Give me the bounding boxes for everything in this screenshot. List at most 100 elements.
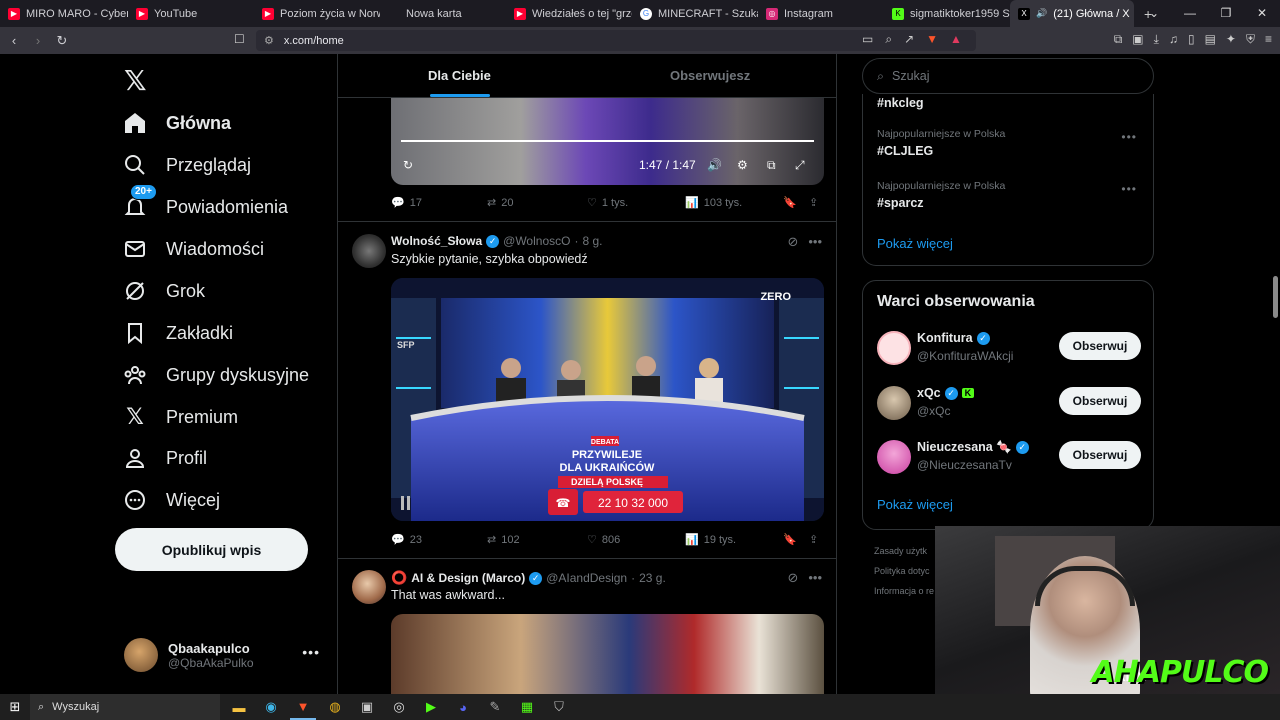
- more-icon[interactable]: •••: [1121, 130, 1137, 144]
- browser-tab[interactable]: Ksigmatiktoker1959 Stre: [884, 0, 1010, 27]
- repost-button[interactable]: ⇄ 20: [487, 196, 513, 210]
- repost-button[interactable]: ⇄ 102: [487, 533, 520, 547]
- more-icon[interactable]: •••: [302, 644, 320, 660]
- reload-icon[interactable]: ↻: [52, 33, 72, 49]
- browser-tab[interactable]: ▶Poziom życia w Norwegii: [254, 0, 380, 27]
- browser-tab[interactable]: ▶Wiedziałeś o tej "grze" mi: [506, 0, 632, 27]
- nav-more[interactable]: Więcej: [122, 480, 220, 520]
- chrome-icon[interactable]: ◍: [322, 694, 348, 720]
- tweet-image[interactable]: [391, 614, 824, 694]
- bookmark-button[interactable]: 🔖: [783, 196, 797, 209]
- nav-grok[interactable]: Grok: [122, 271, 205, 311]
- follow-button[interactable]: Obserwuj: [1059, 387, 1141, 415]
- tweet-avatar[interactable]: [352, 234, 386, 268]
- grok-icon[interactable]: ⊘: [787, 570, 798, 586]
- nav-explore[interactable]: Przeglądaj: [122, 145, 251, 185]
- more-icon[interactable]: •••: [808, 570, 822, 586]
- pip-icon[interactable]: ⧉: [767, 158, 776, 173]
- wallet-icon[interactable]: ▤: [1205, 32, 1216, 47]
- close-window-icon[interactable]: ✕: [1244, 0, 1280, 27]
- tab-search-icon[interactable]: ⌄: [1136, 0, 1172, 27]
- share-icon[interactable]: ↗: [904, 32, 914, 47]
- views-button[interactable]: 📊 19 tys.: [685, 533, 736, 547]
- show-more-link[interactable]: Pokaż więcej: [877, 497, 953, 512]
- zoom-icon[interactable]: ⌕: [885, 32, 892, 47]
- media-icon[interactable]: ♫: [1169, 32, 1178, 47]
- discord-icon[interactable]: ◕: [450, 694, 476, 720]
- author-handle[interactable]: @AIandDesign: [546, 571, 627, 585]
- edge-icon[interactable]: ◉: [258, 694, 284, 720]
- brave-shield-icon[interactable]: ▼: [926, 32, 938, 47]
- tweet-avatar[interactable]: [352, 570, 386, 604]
- brave-icon[interactable]: ▼: [290, 694, 316, 720]
- nav-bookmarks[interactable]: Zakładki: [122, 313, 233, 353]
- browser-tab[interactable]: GMINECRAFT - Szukaj w Go: [632, 0, 758, 27]
- file-explorer-icon[interactable]: ▬: [226, 694, 252, 720]
- forward-icon[interactable]: ›: [28, 33, 48, 48]
- nav-communities[interactable]: Grupy dyskusyjne: [122, 355, 309, 395]
- follow-suggestion[interactable]: Nieuczesana 🍬 ✓ @NieuczesanaTv Obserwuj: [877, 440, 1141, 476]
- bookmark-button[interactable]: 🔖: [783, 533, 797, 546]
- app-icon[interactable]: ▶: [418, 694, 444, 720]
- reply-button[interactable]: 💬 17: [391, 196, 422, 210]
- more-icon[interactable]: •••: [1121, 182, 1137, 196]
- tab-following[interactable]: Obserwujesz: [670, 68, 750, 83]
- tab-for-you[interactable]: Dla Ciebie: [428, 68, 491, 83]
- browser-tab-active[interactable]: X🔊(21) Główna / X✕: [1010, 0, 1134, 27]
- trend-item[interactable]: #nkcleg: [877, 92, 924, 110]
- scrollbar-thumb[interactable]: [1273, 276, 1278, 318]
- nav-profile[interactable]: Profil: [122, 438, 207, 478]
- vpn-icon[interactable]: ⛨: [1246, 32, 1255, 47]
- fullscreen-icon[interactable]: ⤢: [795, 158, 805, 173]
- minimize-icon[interactable]: —: [1172, 0, 1208, 27]
- show-more-link[interactable]: Pokaż więcej: [877, 236, 953, 251]
- browser-tab[interactable]: Nowa karta: [380, 0, 506, 27]
- share-button[interactable]: ⇪: [809, 533, 818, 546]
- windows-start-icon[interactable]: ⊞: [0, 699, 30, 715]
- site-info-icon[interactable]: ⚙: [264, 34, 274, 47]
- nav-messages[interactable]: Wiadomości: [122, 229, 264, 269]
- footer-link[interactable]: Zasady użytk: [874, 546, 927, 556]
- app-icon[interactable]: ✎: [482, 694, 508, 720]
- post-button[interactable]: Opublikuj wpis: [115, 528, 308, 571]
- video-player[interactable]: ↻ 1:47 / 1:47 🔊 ⚙ ⧉ ⤢: [391, 98, 824, 185]
- volume-icon[interactable]: 🔊: [707, 158, 722, 172]
- app-icon[interactable]: ▣: [354, 694, 380, 720]
- menu-icon[interactable]: ≡: [1265, 32, 1272, 47]
- app-icon[interactable]: ▦: [514, 694, 540, 720]
- cast-icon[interactable]: ▭: [862, 32, 873, 47]
- views-button[interactable]: 📊 103 tys.: [685, 196, 742, 210]
- obs-icon[interactable]: ◎: [386, 694, 412, 720]
- bookmark-page-icon[interactable]: ☐: [234, 32, 245, 46]
- extensions-icon[interactable]: ⧉: [1114, 32, 1123, 47]
- tweet-time[interactable]: 8 g.: [582, 234, 602, 248]
- trend-item[interactable]: Najpopularniejsze w Polska #sparcz: [877, 180, 1005, 210]
- app-icon[interactable]: ⛉: [546, 694, 572, 720]
- tweet-time[interactable]: 23 g.: [639, 571, 666, 585]
- follow-button[interactable]: Obserwuj: [1059, 332, 1141, 360]
- like-button[interactable]: ♡ 806: [587, 533, 620, 547]
- account-switcher[interactable]: Qbaakapulco @QbaAkaPulko •••: [124, 638, 324, 672]
- ai-icon[interactable]: ✦: [1226, 32, 1236, 47]
- browser-tab[interactable]: ▶MIRO MARO - Cyber Mari: [0, 0, 128, 27]
- follow-suggestion[interactable]: Konfitura ✓ @KonfituraWAkcji Obserwuj: [877, 331, 1141, 367]
- footer-link[interactable]: Polityka dotyc: [874, 566, 930, 576]
- author-name[interactable]: AI & Design (Marco): [411, 571, 525, 585]
- grok-icon[interactable]: ⊘: [787, 234, 798, 250]
- x-logo[interactable]: 𝕏: [124, 64, 147, 97]
- settings-icon[interactable]: ⚙: [737, 158, 748, 172]
- like-button[interactable]: ♡ 1 tys.: [587, 196, 628, 210]
- more-icon[interactable]: •••: [808, 234, 822, 250]
- author-handle[interactable]: @WolnoscO: [503, 234, 570, 248]
- restore-icon[interactable]: ❐: [1208, 0, 1244, 27]
- author-name[interactable]: Wolność_Słowa: [391, 234, 482, 248]
- back-icon[interactable]: ‹: [4, 33, 24, 48]
- video-player[interactable]: ZERO SFP DEBATA PRZYWILEJE DLA UKRAIŃCÓW…: [391, 278, 824, 521]
- search-input[interactable]: ⌕ Szukaj: [862, 58, 1154, 94]
- browser-tab[interactable]: ▶ YouTube: [128, 0, 254, 27]
- follow-suggestion[interactable]: xQc ✓ K @xQc Obserwuj: [877, 386, 1141, 422]
- reply-button[interactable]: 💬 23: [391, 533, 422, 547]
- taskbar-search[interactable]: ⌕ Wyszukaj: [30, 694, 220, 720]
- nav-premium[interactable]: 𝕏 Premium: [122, 397, 238, 437]
- footer-link[interactable]: Informacja o re: [874, 586, 934, 596]
